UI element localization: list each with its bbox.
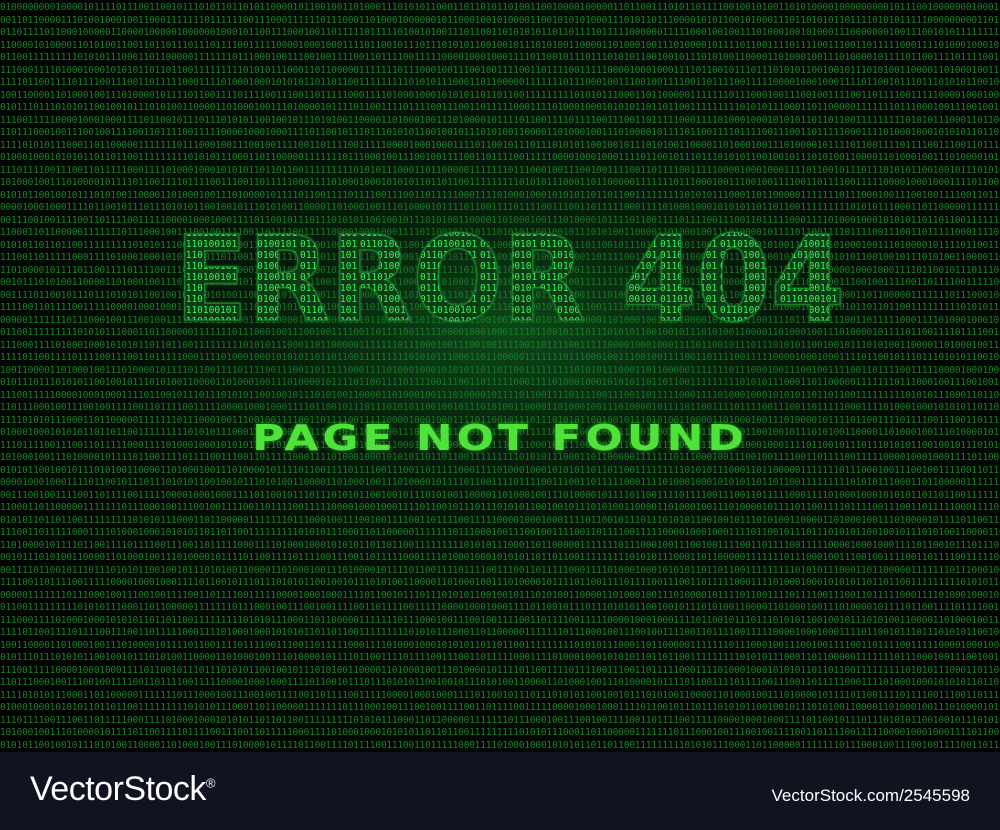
headline-text-digits: ERROR 404 — [175, 210, 845, 345]
headline-graphic: 0110100101 ERROR 404 ERROR 404 — [174, 209, 846, 345]
registered-mark: ® — [205, 775, 216, 791]
error-404-banner: 0100000000100001011110111001100101110101… — [0, 0, 1000, 752]
vectorstock-logo: VectorStock® — [30, 770, 216, 809]
page-not-found-text: PAGE NOT FOUND — [252, 418, 748, 459]
brand-name: VectorStock — [30, 770, 206, 808]
error-404-headline: 0110100101 ERROR 404 ERROR 404 — [0, 205, 1000, 345]
watermark-footer: VectorStock® VectorStock.com/2545598 — [0, 752, 1000, 830]
image-id-text: VectorStock.com/2545598 — [771, 786, 970, 805]
